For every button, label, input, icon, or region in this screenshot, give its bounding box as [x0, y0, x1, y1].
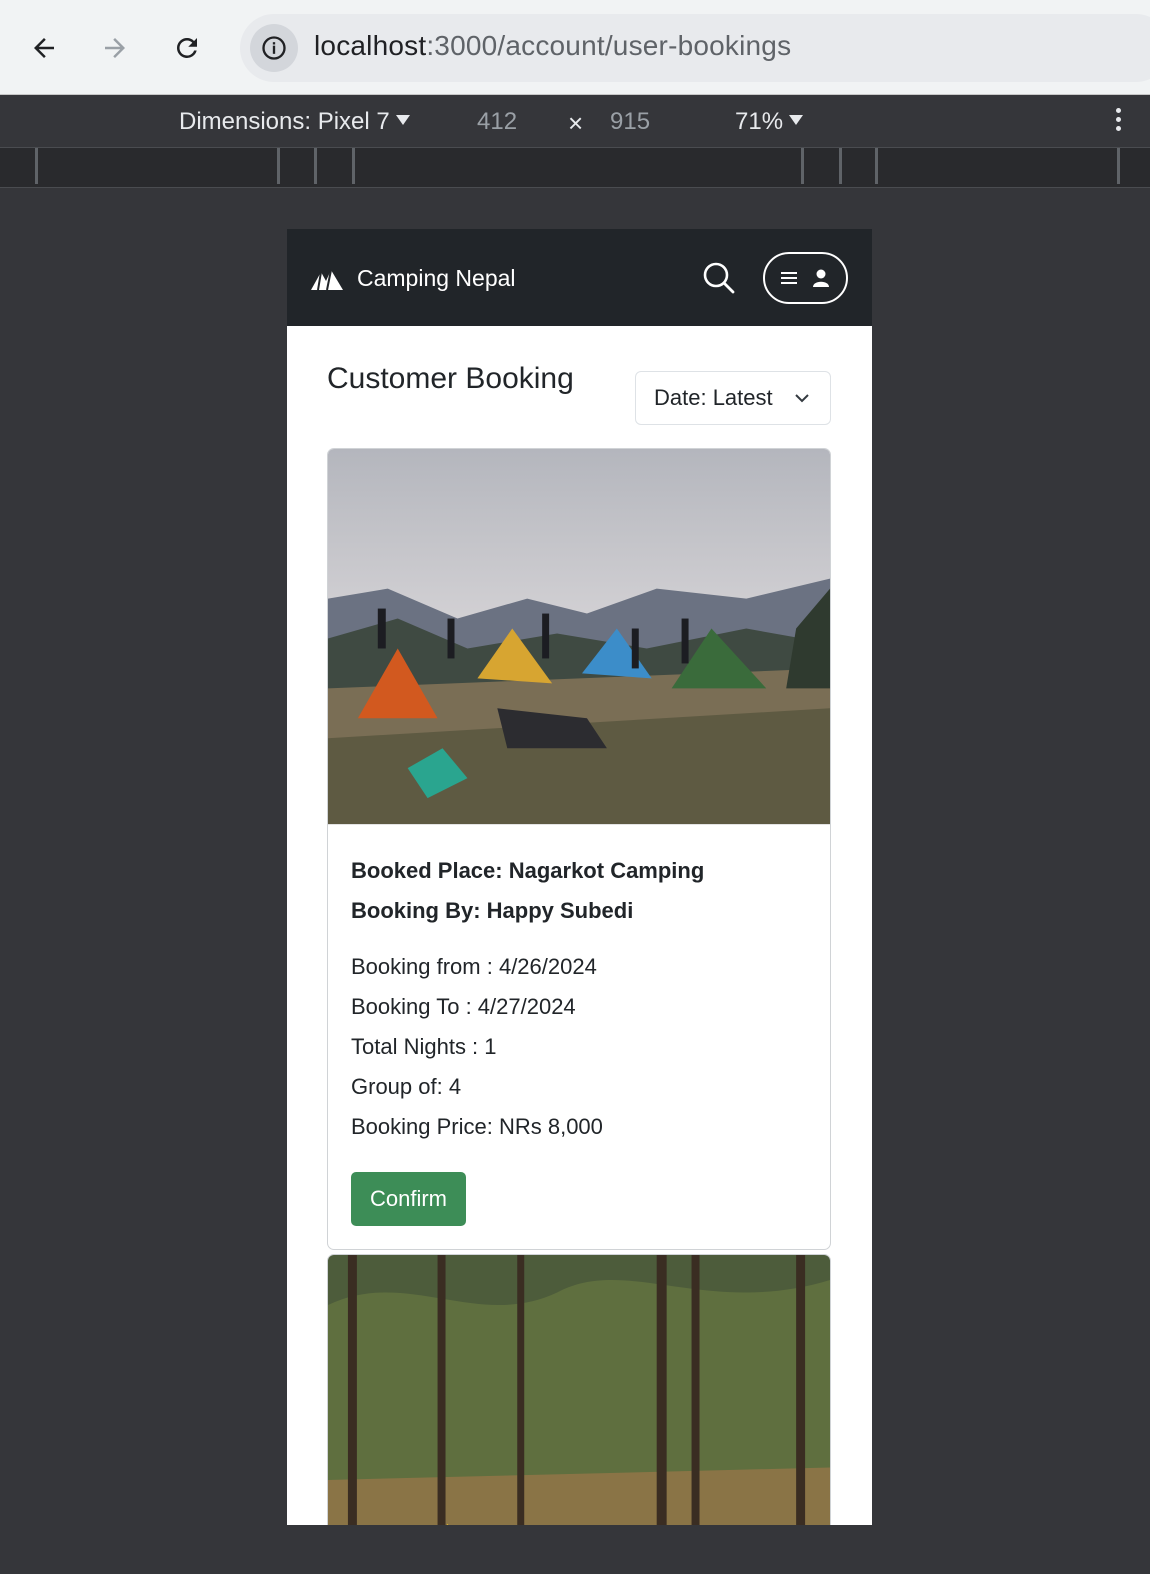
zoom-dropdown[interactable]: 71%: [735, 108, 804, 136]
device-viewport: Camping Nepal Customer Booking Date: Lat…: [287, 229, 872, 1525]
more-options-icon[interactable]: [1116, 108, 1122, 135]
booking-from: Booking from : 4/26/2024: [351, 954, 597, 979]
sort-select[interactable]: Date: Latest: [635, 371, 831, 425]
dimensions-dropdown[interactable]: Dimensions: Pixel 7: [179, 108, 410, 136]
campsite-photo: [328, 449, 830, 825]
arrow-left-icon: [34, 38, 54, 58]
site-info-icon[interactable]: [250, 24, 298, 72]
height-input[interactable]: 915: [610, 108, 650, 136]
reload-icon: [177, 38, 197, 58]
booking-to: Booking To : 4/27/2024: [351, 994, 576, 1019]
total-nights: Total Nights : 1: [351, 1034, 497, 1059]
width-input[interactable]: 412: [477, 108, 517, 136]
sort-selected-value: Date: Latest: [654, 385, 773, 410]
booking-by: Booking By: Happy Subedi: [351, 898, 634, 923]
campsite-photo: [328, 1255, 830, 1525]
zoom-label: 71%: [735, 108, 784, 135]
search-icon: [703, 262, 735, 294]
times-icon: ×: [568, 108, 584, 138]
hamburger-icon: [780, 269, 797, 287]
arrow-right-icon: [105, 38, 125, 58]
booking-details: Booked Place: Nagarkot Camping Booking B…: [328, 825, 830, 1249]
caret-down-icon: [395, 115, 410, 125]
url-host: localhost: [314, 30, 427, 61]
booked-place: Booked Place: Nagarkot Camping: [351, 858, 705, 883]
booking-card: Booked Place: Nagarkot Camping Booking B…: [327, 448, 831, 1250]
url-text: localhost:3000/account/user-bookings: [314, 30, 791, 62]
booking-price: Booking Price: NRs 8,000: [351, 1114, 603, 1139]
caret-down-icon: [789, 115, 804, 125]
confirm-button[interactable]: Confirm: [351, 1172, 467, 1226]
brand-link[interactable]: Camping Nepal: [309, 265, 516, 292]
chevron-down-icon: [795, 394, 809, 403]
back-button[interactable]: [18, 22, 70, 74]
address-bar[interactable]: localhost:3000/account/user-bookings: [240, 14, 1150, 82]
forward-button[interactable]: [89, 22, 141, 74]
brand-name: Camping Nepal: [357, 265, 516, 291]
app-navbar: Camping Nepal: [287, 229, 872, 326]
user-icon: [812, 269, 829, 287]
user-menu-button[interactable]: [763, 252, 848, 304]
browser-toolbar: localhost:3000/account/user-bookings: [0, 0, 1150, 95]
dimensions-label: Dimensions: Pixel 7: [179, 108, 390, 135]
media-query-ruler: [0, 148, 1150, 188]
url-path: :3000/account/user-bookings: [426, 30, 792, 61]
reload-button[interactable]: [161, 22, 213, 74]
group-size: Group of: 4: [351, 1074, 462, 1099]
mountain-logo-icon: [311, 269, 343, 290]
search-button[interactable]: [700, 259, 738, 297]
booking-card: [327, 1254, 831, 1525]
device-toolbar: Dimensions: Pixel 7 412 × 915 71%: [0, 96, 1150, 148]
page-header: Customer Booking Date: Latest: [327, 362, 832, 425]
